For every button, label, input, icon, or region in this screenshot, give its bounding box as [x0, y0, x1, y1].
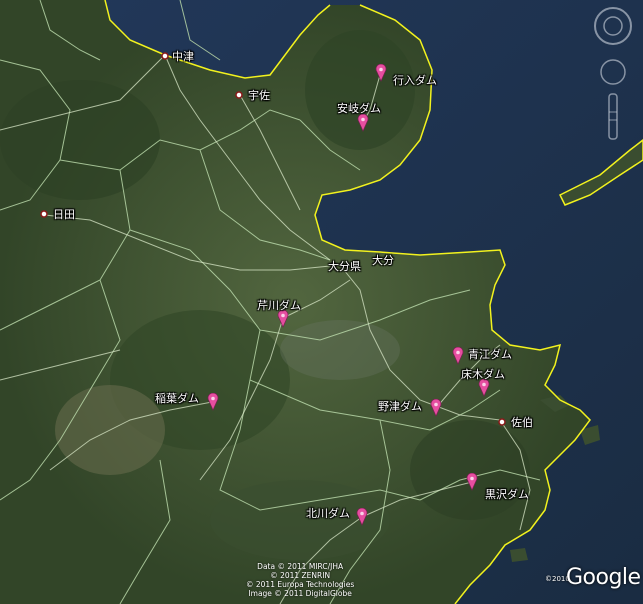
dam-label: 稲葉ダム — [155, 392, 199, 405]
zoom-slider — [608, 93, 618, 140]
prefecture-label: 大分県 — [328, 260, 361, 273]
dam-label: 安岐ダム — [337, 102, 381, 115]
dam-pin-icon[interactable] — [356, 508, 368, 526]
city-marker-icon[interactable] — [235, 91, 243, 99]
city-marker-icon[interactable] — [161, 52, 169, 60]
map-view[interactable]: 中津 宇佐 日田 佐伯 大分県 大分 行入ダム 安岐ダム 芹川ダム 青江ダム 床… — [0, 0, 643, 604]
dam-label: 青江ダム — [468, 348, 512, 361]
city-marker-icon[interactable] — [498, 418, 506, 426]
city-label-saiki: 佐伯 — [511, 416, 533, 429]
pan-icon — [600, 59, 626, 85]
city-label-nakatsu: 中津 — [172, 50, 194, 63]
google-logo: Google — [566, 565, 641, 590]
dam-label: 芹川ダム — [257, 299, 301, 312]
dam-label: 野津ダム — [378, 400, 422, 413]
dam-label: 行入ダム — [393, 74, 437, 87]
dam-pin-icon[interactable] — [430, 399, 442, 417]
island-small — [510, 548, 528, 562]
dam-pin-icon[interactable] — [357, 114, 369, 132]
dam-label: 床木ダム — [461, 368, 505, 381]
city-marker-icon[interactable] — [40, 210, 48, 218]
navigation-controls[interactable] — [588, 4, 638, 144]
capital-label: 大分 — [372, 254, 394, 267]
map-attribution: Data © 2011 MIRC/JHA © 2011 ZENRIN © 201… — [246, 562, 355, 598]
dam-pin-icon[interactable] — [375, 64, 387, 82]
dam-label: 北川ダム — [306, 507, 350, 520]
city-label-usa: 宇佐 — [248, 89, 270, 102]
dam-pin-icon[interactable] — [466, 473, 478, 491]
dam-pin-icon[interactable] — [207, 393, 219, 411]
city-label-hita: 日田 — [53, 208, 75, 221]
dam-label: 黒沢ダム — [485, 488, 529, 501]
dam-pin-icon[interactable] — [452, 347, 464, 365]
look-around-icon — [594, 7, 632, 45]
